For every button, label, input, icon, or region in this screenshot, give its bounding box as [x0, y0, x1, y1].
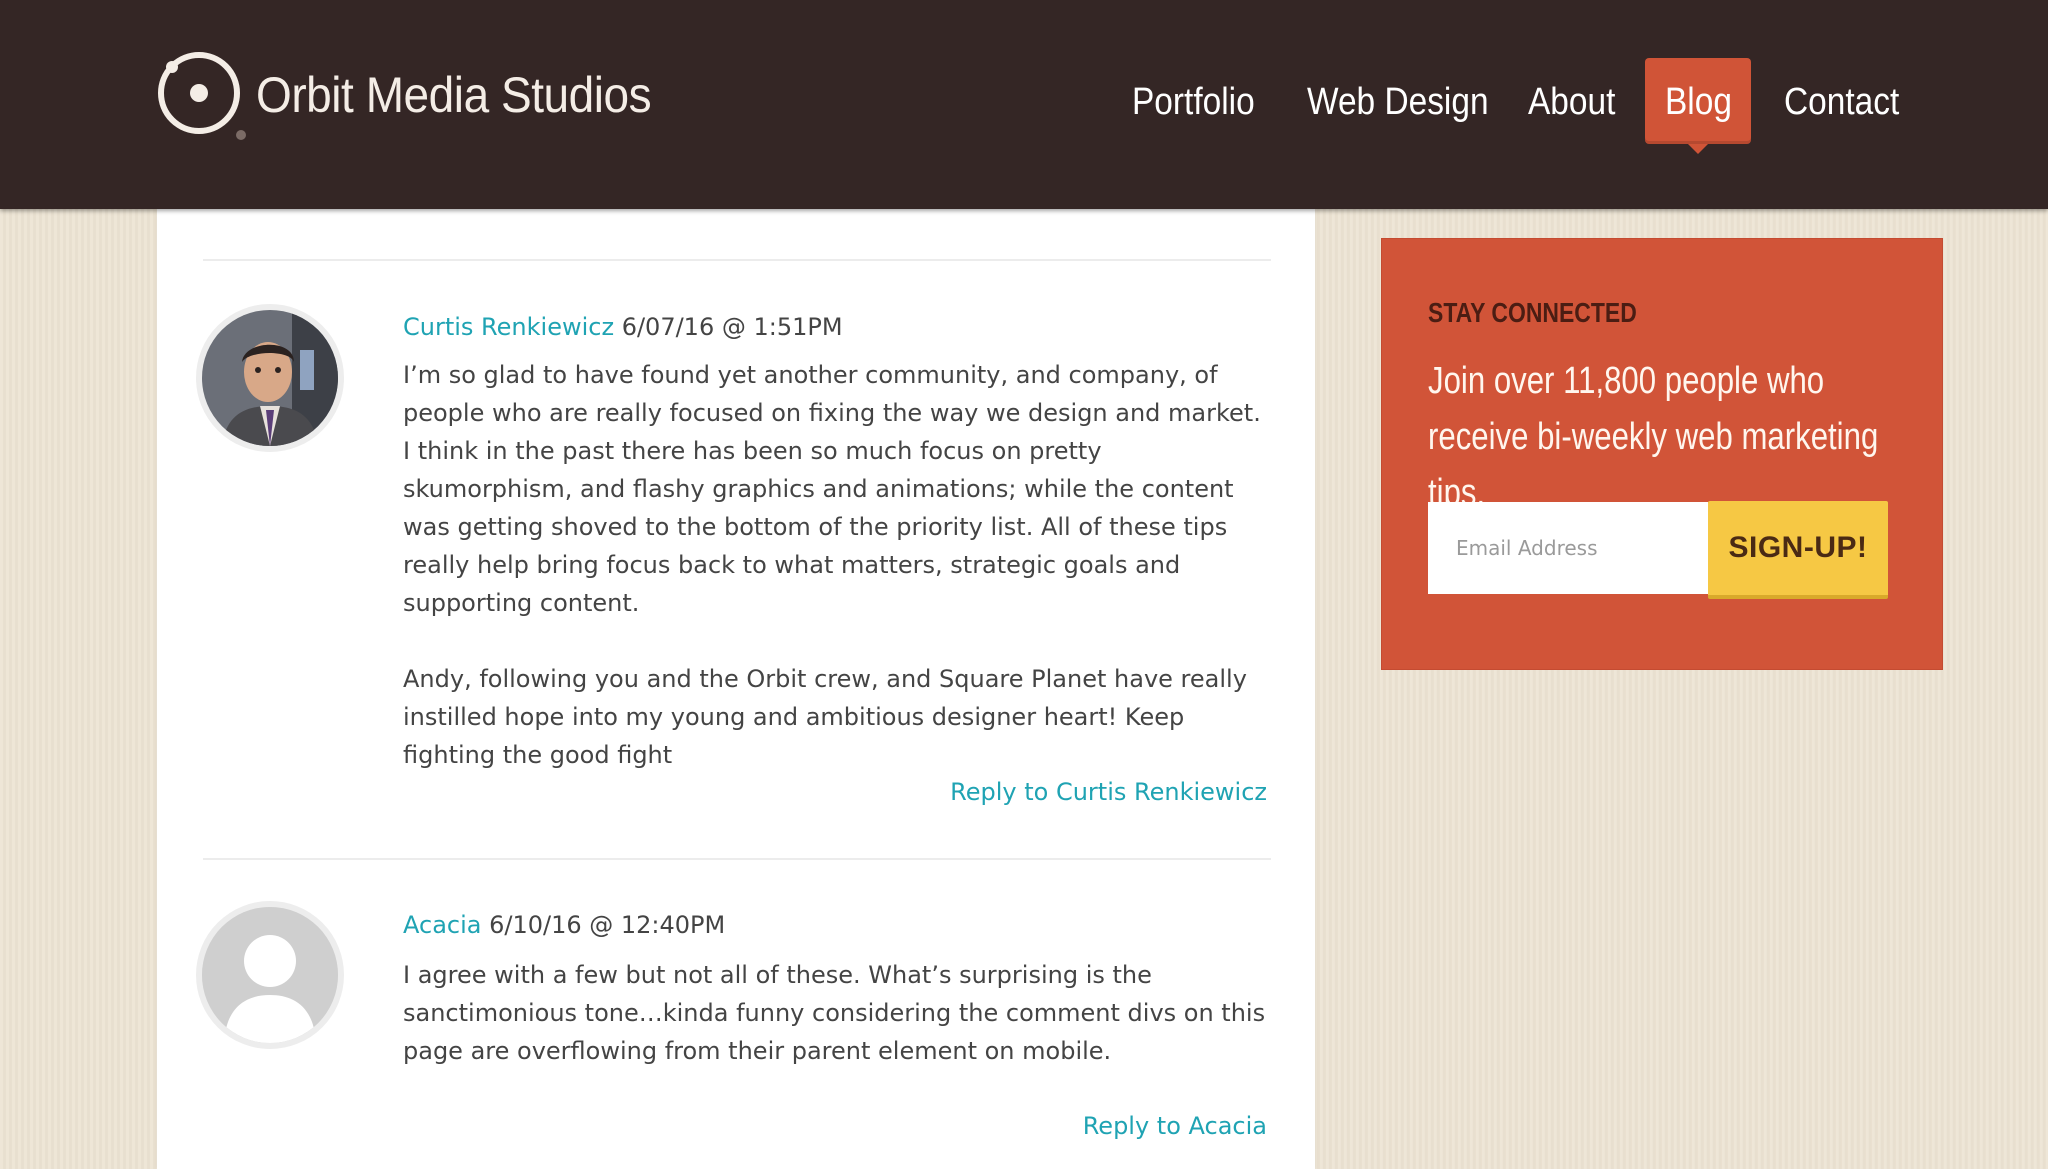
site-title: Orbit Media Studios [256, 67, 652, 123]
avatar [196, 901, 344, 1049]
signup-button[interactable]: SIGN-UP! [1708, 501, 1888, 599]
site-logo[interactable]: Orbit Media Studios [156, 50, 686, 140]
user-photo-icon [202, 310, 338, 446]
comment-meta: Curtis Renkiewicz 6/07/16 @ 1:51PM [403, 313, 843, 341]
reply-link[interactable]: Reply to Acacia [1083, 1112, 1267, 1140]
nav-item-contact[interactable]: Contact [1784, 58, 1899, 144]
signup-description: Join over 11,800 people who receive bi-w… [1428, 360, 1879, 514]
comment-author-link[interactable]: Curtis Renkiewicz [403, 313, 614, 341]
signup-heading: STAY CONNECTED [1428, 297, 1637, 328]
comment-paragraph: I’m so glad to have found yet another co… [403, 361, 1261, 617]
nav-item-blog[interactable]: Blog [1665, 58, 1732, 144]
newsletter-signup: STAY CONNECTED Join over 11,800 people w… [1381, 238, 1943, 670]
comment-meta: Acacia 6/10/16 @ 12:40PM [403, 911, 725, 939]
site-header: Orbit Media Studios Portfolio Web Design… [0, 0, 2048, 209]
comment-paragraph: I agree with a few but not all of these.… [403, 961, 1266, 1065]
nav-item-web-design[interactable]: Web Design [1307, 58, 1489, 144]
email-field[interactable] [1428, 502, 1708, 594]
comment-divider [203, 259, 1271, 261]
orbit-logo-icon [158, 52, 246, 140]
comment-date: 6/10/16 @ 12:40PM [489, 911, 726, 939]
reply-link[interactable]: Reply to Curtis Renkiewicz [950, 778, 1267, 806]
nav-item-portfolio[interactable]: Portfolio [1132, 58, 1255, 144]
comment-divider [203, 858, 1271, 860]
comment-date: 6/07/16 @ 1:51PM [621, 313, 843, 341]
comment-body: I’m so glad to have found yet another co… [403, 356, 1273, 812]
comment-paragraph: Andy, following you and the Orbit crew, … [403, 665, 1247, 769]
avatar [196, 304, 344, 452]
comment-body: I agree with a few but not all of these.… [403, 956, 1273, 1108]
default-user-icon [202, 907, 338, 1043]
nav-item-about[interactable]: About [1528, 58, 1615, 144]
comment-author-link[interactable]: Acacia [403, 911, 481, 939]
